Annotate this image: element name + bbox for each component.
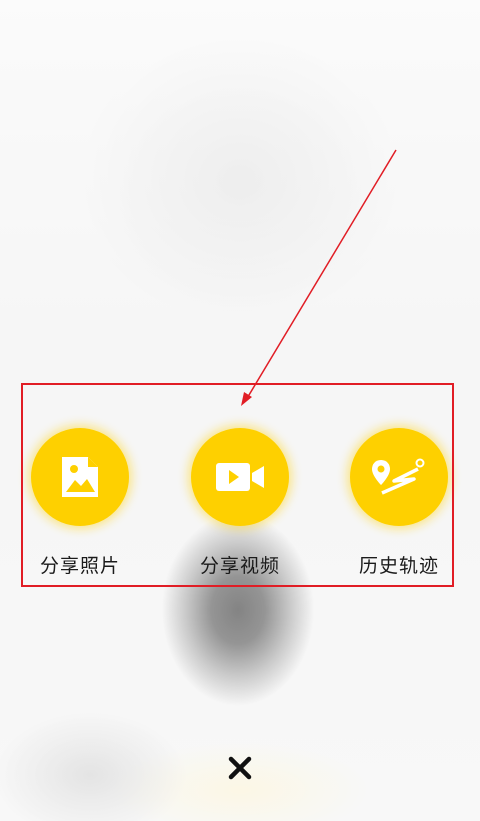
annotation-highlight-box: [21, 383, 454, 587]
close-button[interactable]: [224, 752, 256, 784]
close-icon: [228, 756, 252, 780]
